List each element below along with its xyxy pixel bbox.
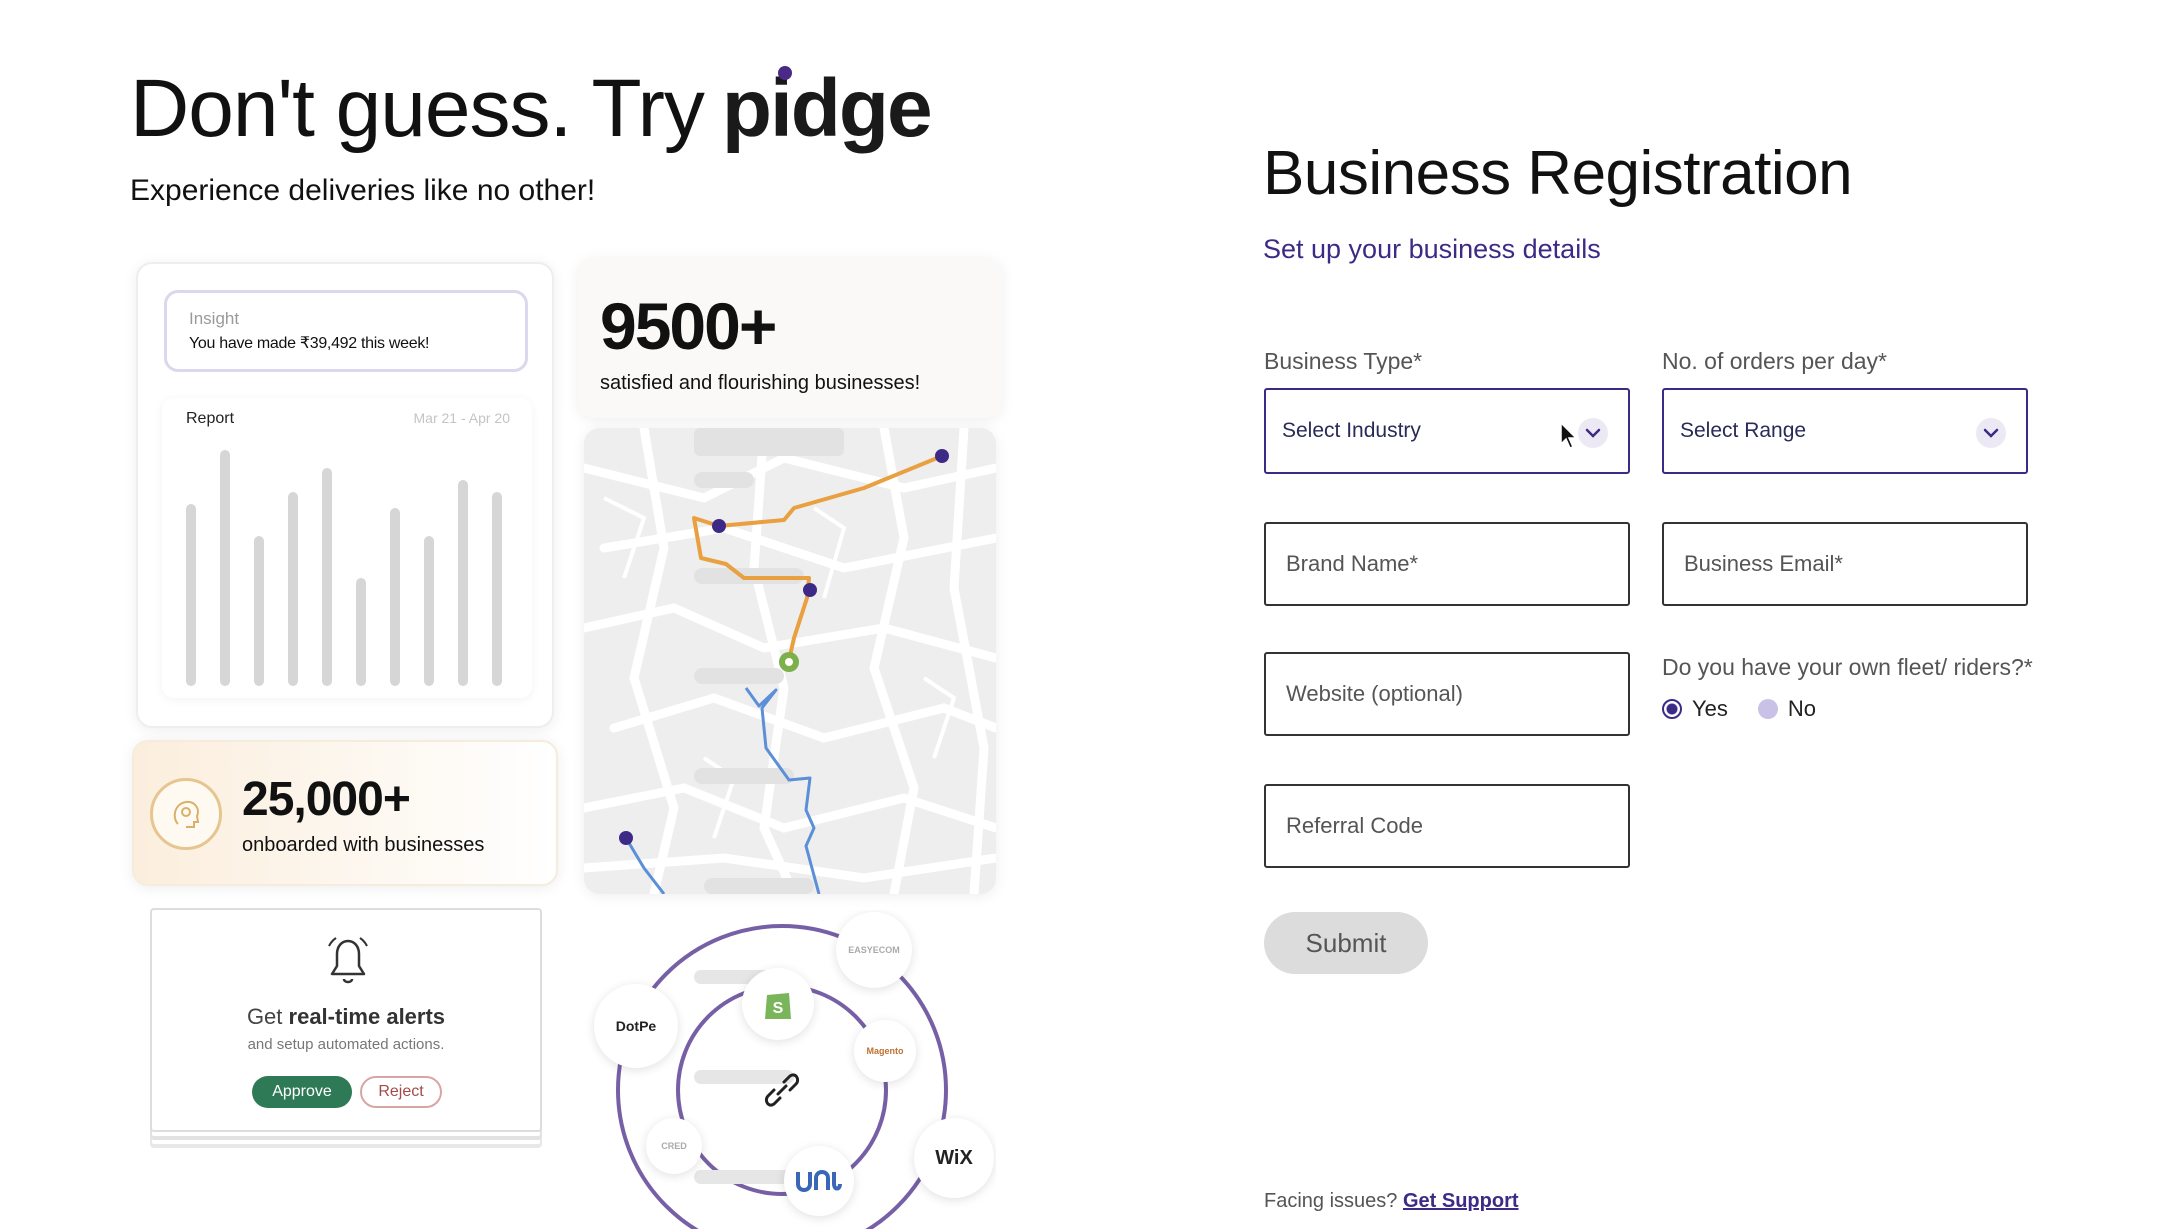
fleet-question: Do you have your own fleet/ riders?*: [1662, 654, 2033, 680]
form-subtitle: Set up your business details: [1263, 234, 1601, 264]
stat-text: satisfied and flourishing businesses!: [600, 372, 921, 394]
fleet-no-option[interactable]: No: [1757, 696, 1817, 722]
business-type-value: Select Industry: [1282, 419, 1421, 442]
report-bar: [220, 450, 230, 686]
hero-title: Don't guess. Try pidge: [130, 62, 933, 156]
map-illustration: [584, 428, 996, 894]
report-bar: [254, 536, 264, 686]
report-bar: [186, 504, 196, 686]
alerts-card: Get real-time alerts and setup automated…: [150, 908, 542, 1132]
shopify-icon: S: [742, 968, 814, 1040]
delivery-map: [584, 428, 996, 894]
report-date-range: Mar 21 - Apr 20: [413, 410, 511, 426]
report-title: Report: [186, 410, 235, 427]
get-support-link[interactable]: Get Support: [1403, 1190, 1519, 1212]
wix-badge: WiX: [914, 1118, 994, 1198]
support-prefix: Facing issues?: [1264, 1190, 1403, 1212]
onboarded-card: 25,000+ onboarded with businesses: [132, 740, 558, 886]
brand-name-input[interactable]: [1264, 522, 1630, 606]
brand-logo-dot: [777, 66, 792, 80]
report-bar: [424, 536, 434, 686]
dotpe-badge: DotPe: [594, 984, 678, 1068]
fleet-yes-label: Yes: [1692, 696, 1728, 721]
report-bar: [288, 492, 298, 686]
fleet-radio-group: Yes No: [1662, 696, 1816, 722]
mouse-cursor-icon: [1560, 421, 1578, 455]
insight-card: Insight You have made ₹39,492 this week!…: [136, 262, 554, 728]
cred-badge: CRED: [646, 1118, 702, 1174]
report-bar: [458, 480, 468, 686]
report-bar: [390, 508, 400, 686]
alerts-title: Get real-time alerts: [246, 1004, 446, 1029]
reject-button[interactable]: Reject: [360, 1076, 442, 1108]
hero-subtitle: Experience deliveries like no other!: [130, 174, 596, 207]
easyecom-badge: EASYECOM: [836, 912, 912, 988]
radio-unselected[interactable]: [1757, 699, 1778, 719]
website-input[interactable]: [1264, 652, 1630, 736]
onboarded-text: onboarded with businesses: [242, 834, 485, 856]
submit-button[interactable]: Submit: [1264, 912, 1428, 974]
magento-badge: Magento: [854, 1020, 916, 1082]
integrations-illustration: S DotPe EASYECOM Magento WiX CRED: [584, 910, 996, 1229]
orders-per-day-label: No. of orders per day*: [1662, 348, 1888, 374]
report-bars: [186, 436, 508, 686]
fleet-yes-option[interactable]: Yes: [1662, 696, 1728, 722]
alerts-subtitle: and setup automated actions.: [247, 1036, 445, 1053]
chevron-down-icon: [1578, 418, 1608, 448]
radio-selected[interactable]: [1662, 699, 1682, 719]
fleet-no-label: No: [1787, 696, 1817, 721]
form-title: Business Registration: [1263, 139, 1853, 208]
svg-text:S: S: [773, 1000, 784, 1017]
business-email-input[interactable]: [1662, 522, 2028, 606]
brand-logo: pidge: [721, 63, 933, 154]
insight-text: You have made ₹39,492 this week!: [189, 335, 430, 352]
report-bar: [492, 492, 502, 686]
insight-label: Insight: [189, 309, 240, 328]
referral-code-input[interactable]: [1264, 784, 1630, 868]
approve-button[interactable]: Approve: [252, 1076, 352, 1108]
bell-icon: [324, 932, 372, 993]
hero-title-prefix: Don't guess. Try: [130, 63, 705, 154]
support-text: Facing issues? Get Support: [1264, 1190, 1519, 1213]
head-icon: [150, 778, 222, 850]
unicommerce-badge: [784, 1146, 854, 1216]
orders-per-day-value: Select Range: [1680, 419, 1807, 442]
stat-number: 9500+: [600, 289, 777, 363]
business-type-label: Business Type*: [1264, 348, 1423, 374]
insight-box: Insight You have made ₹39,492 this week!: [164, 290, 528, 372]
stat-card: 9500+ satisfied and flourishing business…: [578, 258, 1002, 418]
onboarded-number: 25,000+: [242, 773, 411, 826]
orders-per-day-select[interactable]: Select Range: [1662, 388, 2028, 474]
chevron-down-icon: [1976, 418, 2006, 448]
report-chart: Report Mar 21 - Apr 20: [162, 398, 532, 698]
link-icon: [752, 1060, 812, 1120]
report-bar: [356, 578, 366, 686]
report-bar: [322, 468, 332, 686]
